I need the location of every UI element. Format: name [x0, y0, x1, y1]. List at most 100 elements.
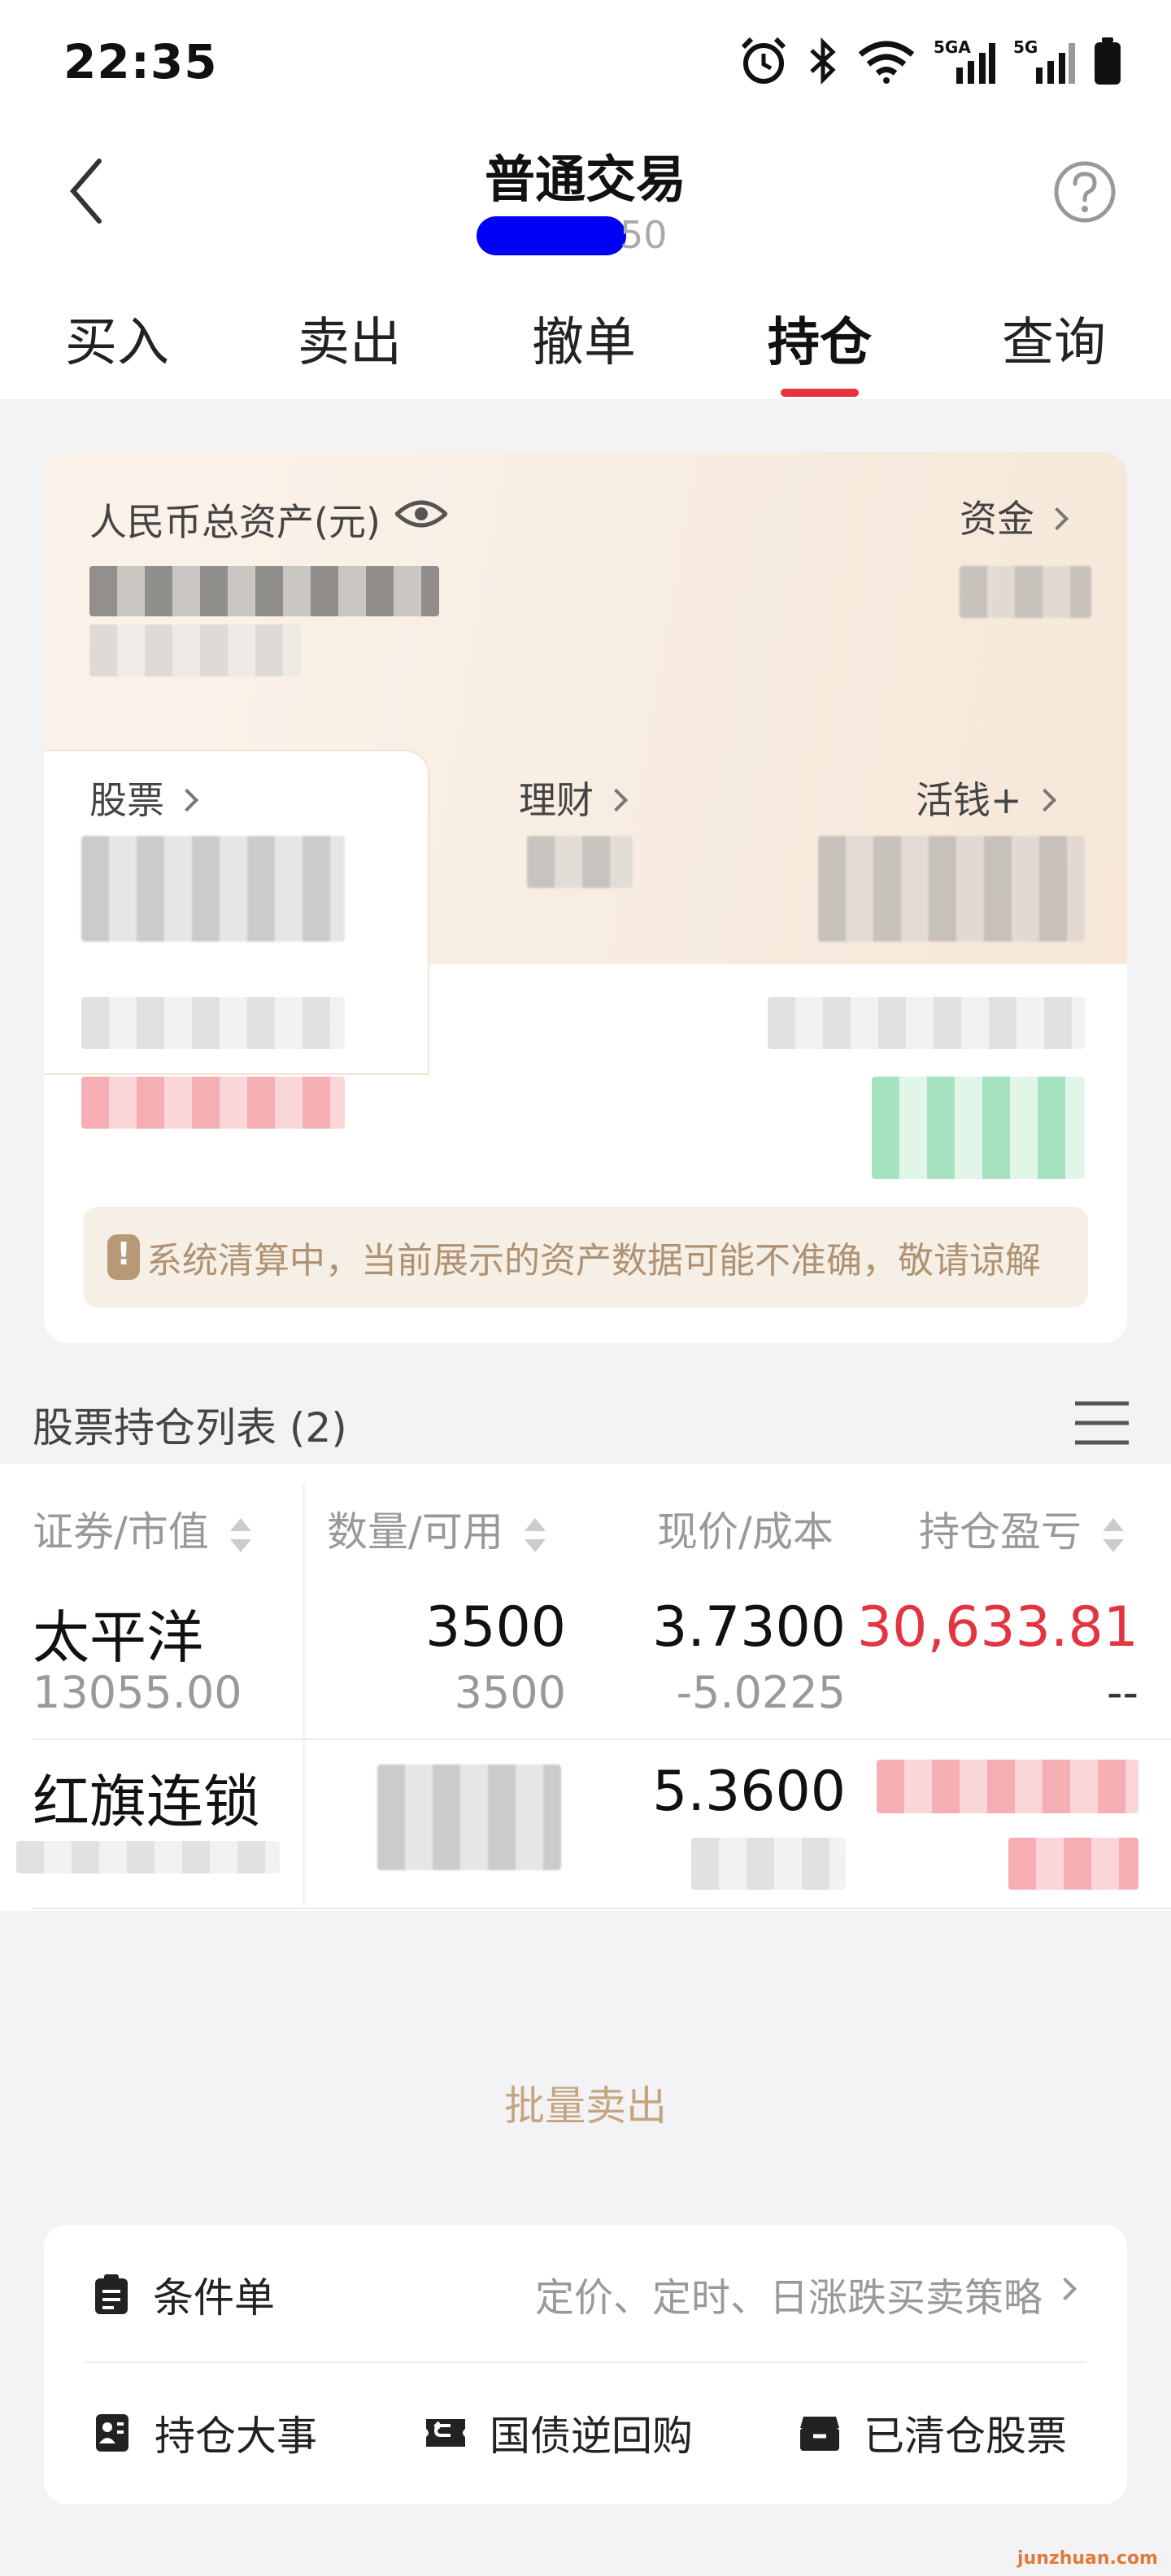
quantity-redacted	[377, 1764, 561, 1870]
active-tab-indicator	[781, 389, 859, 397]
cash-value-redacted	[818, 836, 1085, 942]
sort-icon	[1102, 1517, 1124, 1552]
funds-link[interactable]: 资金	[960, 490, 1069, 543]
security-name: 红旗连锁	[33, 1769, 260, 1835]
svg-text:5GA: 5GA	[934, 37, 971, 57]
pnl-redacted-right	[872, 1077, 1085, 1179]
watermark: junzhuan.com	[1017, 2548, 1158, 2569]
tab-positions[interactable]: 持仓	[730, 301, 909, 376]
row-divider	[33, 1908, 1171, 1909]
market-value-redacted	[16, 1841, 280, 1873]
menu-icon[interactable]	[1073, 1399, 1130, 1447]
tab-sell[interactable]: 卖出	[260, 301, 439, 376]
col-header-quantity-label: 数量/可用	[327, 1508, 503, 1556]
wealth-link[interactable]: 理财	[519, 771, 629, 825]
treasury-repo-button[interactable]: 国债逆回购	[424, 2404, 693, 2462]
col-header-security[interactable]: 证券/市值	[33, 1499, 253, 1558]
wealth-label: 理财	[519, 778, 594, 822]
alarm-icon	[741, 37, 786, 84]
conditional-order-desc[interactable]: 定价、定时、日涨跌买卖策略	[534, 2265, 1077, 2322]
detail-redacted-right	[768, 997, 1085, 1049]
warning-icon	[107, 1234, 140, 1280]
stock-value-redacted	[81, 836, 345, 942]
clipboard-icon	[95, 2274, 128, 2314]
funds-redacted	[960, 566, 1091, 618]
market-value: 13055.00	[33, 1667, 242, 1718]
available: 3500	[454, 1667, 566, 1718]
treasury-repo-label: 国债逆回购	[490, 2413, 693, 2460]
tab-cancel[interactable]: 撤单	[494, 301, 673, 376]
table-row[interactable]: 红旗连锁 5.3600	[0, 1743, 1171, 1909]
cleared-stocks-label: 已清仓股票	[864, 2413, 1067, 2460]
account-suffix: 50	[620, 213, 668, 257]
asset-card: 人民币总资产(元) 资金 股票 理财 活钱+ 系统清算中，当前展示的资产数据可能…	[44, 452, 1127, 1343]
stock-link[interactable]: 股票	[89, 771, 199, 825]
current-price: 3.7300	[652, 1595, 846, 1660]
status-time: 22:35	[63, 34, 218, 89]
eye-icon[interactable]	[395, 498, 447, 530]
col-header-quantity[interactable]: 数量/可用	[327, 1499, 547, 1558]
signal-5ga-icon: 5GA	[934, 37, 995, 84]
table-row[interactable]: 太平洋 13055.00 3500 3500 3.7300 -5.0225 30…	[0, 1577, 1171, 1743]
sort-icon	[229, 1517, 251, 1552]
col-header-pnl[interactable]: 持仓盈亏	[919, 1499, 1125, 1558]
quantity: 3500	[424, 1595, 566, 1660]
tab-buy[interactable]: 买入	[28, 301, 207, 376]
current-price: 5.3600	[652, 1760, 846, 1824]
cost-price: -5.0225	[676, 1667, 846, 1718]
cost-redacted	[691, 1838, 846, 1890]
wealth-value-redacted	[527, 836, 633, 888]
id-card-icon	[96, 2414, 128, 2452]
sort-icon	[524, 1517, 546, 1552]
svg-text:5G: 5G	[1013, 37, 1038, 57]
bluetooth-icon	[810, 37, 836, 85]
help-icon[interactable]	[1052, 159, 1117, 224]
security-name: 太平洋	[33, 1604, 203, 1671]
total-assets-redacted	[89, 566, 439, 616]
cash-plus-label: 活钱+	[916, 778, 1022, 822]
col-header-security-label: 证券/市值	[33, 1508, 209, 1556]
chevron-right-icon	[1045, 507, 1069, 531]
pnl-redacted	[877, 1760, 1138, 1813]
chevron-right-icon	[604, 788, 629, 812]
signal-5g-icon: 5G	[1013, 37, 1075, 84]
position-events-button[interactable]: 持仓大事	[93, 2404, 317, 2462]
trade-tabs: 买入 卖出 撤单 持仓 查询	[0, 276, 1171, 400]
wifi-icon	[858, 41, 915, 84]
holdings-title: 股票持仓列表 (2)	[33, 1404, 347, 1451]
clearing-notice-text: 系统清算中，当前展示的资产数据可能不准确，敬请谅解	[146, 1240, 1041, 1281]
cash-plus-link[interactable]: 活钱+	[916, 771, 1056, 825]
tab-query[interactable]: 查询	[964, 301, 1143, 376]
battery-icon	[1095, 37, 1121, 85]
col-header-pnl-label: 持仓盈亏	[919, 1508, 1082, 1556]
funds-label: 资金	[960, 497, 1034, 541]
conditional-order-button[interactable]: 条件单	[93, 2265, 275, 2324]
archive-box-icon	[800, 2417, 839, 2451]
batch-sell-button[interactable]: 批量卖出	[0, 2073, 1171, 2132]
conditional-order-desc-text: 定价、定时、日涨跌买卖策略	[534, 2275, 1043, 2321]
chevron-right-icon	[175, 788, 199, 812]
conditional-order-label: 条件单	[153, 2274, 275, 2321]
cleared-stocks-button[interactable]: 已清仓股票	[799, 2404, 1067, 2462]
stock-pnl-redacted	[81, 1077, 345, 1129]
position-events-label: 持仓大事	[155, 2413, 317, 2460]
stock-detail-redacted	[81, 997, 345, 1049]
col-header-price: 现价/成本	[657, 1499, 834, 1558]
holdings-table: 证券/市值 数量/可用 现价/成本 持仓盈亏 太平洋 13055.00 3500…	[0, 1464, 1171, 1911]
account-redaction	[477, 216, 626, 255]
tools-card: 条件单 定价、定时、日涨跌买卖策略 持仓大事 国债逆回购 已清仓股票	[44, 2225, 1127, 2504]
status-icons: 5GA 5G	[738, 36, 1122, 86]
row-divider	[33, 1738, 1171, 1740]
chevron-right-icon	[1033, 788, 1056, 812]
chevron-right-icon	[1053, 2277, 1077, 2301]
clearing-notice: 系统清算中，当前展示的资产数据可能不准确，敬请谅解	[83, 1207, 1088, 1308]
ticket-return-icon	[426, 2419, 465, 2447]
total-assets-redacted-2	[89, 624, 301, 677]
stock-label: 股票	[89, 778, 164, 822]
page-title: 普通交易	[484, 150, 686, 209]
position-pnl: 30,633.81	[856, 1595, 1138, 1660]
tools-divider	[85, 2361, 1086, 2363]
total-assets-label: 人民币总资产(元)	[89, 500, 381, 544]
col-header-price-label: 现价/成本	[657, 1508, 834, 1556]
pnl-ratio: --	[1107, 1667, 1138, 1718]
